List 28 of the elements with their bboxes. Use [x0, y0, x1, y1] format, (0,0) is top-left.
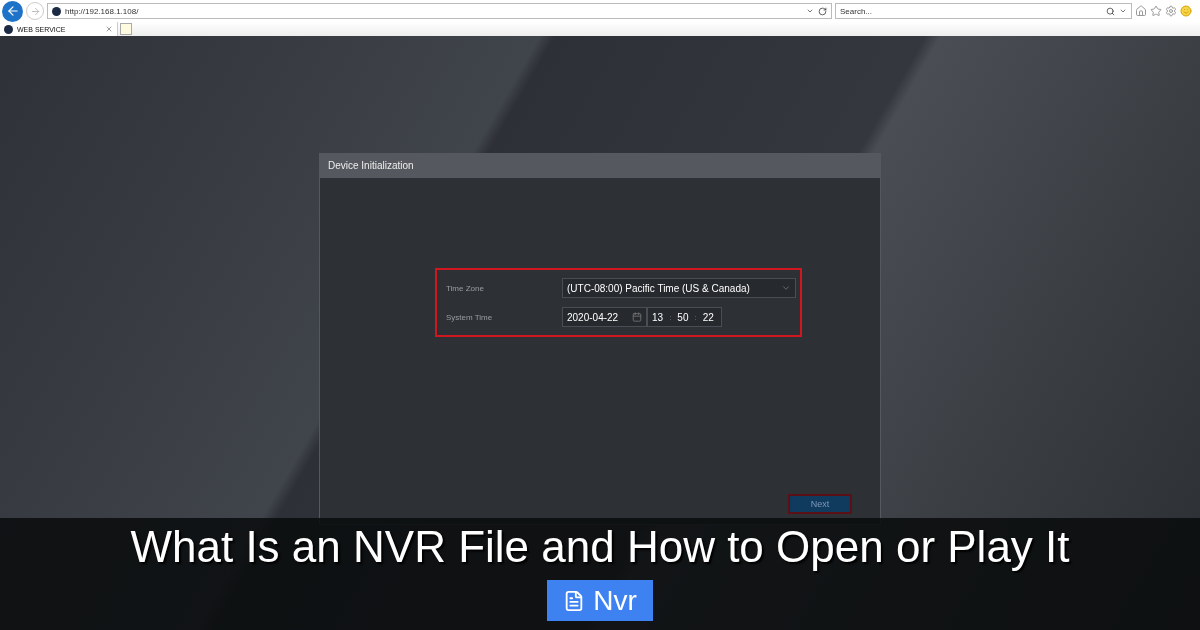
- site-icon: [4, 24, 13, 34]
- home-icon[interactable]: [1135, 5, 1147, 17]
- date-field[interactable]: 2020-04-22: [562, 307, 647, 327]
- next-button[interactable]: Next: [788, 494, 852, 514]
- settings-icon[interactable]: [1165, 5, 1177, 17]
- dropdown-caret-icon[interactable]: [806, 7, 814, 15]
- calendar-icon: [632, 312, 642, 322]
- article-title: What Is an NVR File and How to Open or Play It: [130, 522, 1070, 572]
- search-icon[interactable]: [1106, 6, 1115, 16]
- new-tab-button[interactable]: [120, 23, 132, 35]
- dropdown-caret-icon[interactable]: [1119, 7, 1127, 15]
- dropdown-caret-icon: [781, 283, 791, 293]
- site-icon: [52, 6, 61, 16]
- star-icon[interactable]: [1150, 5, 1162, 17]
- back-button[interactable]: [2, 0, 23, 22]
- category-tag[interactable]: Nvr: [547, 580, 653, 621]
- forward-button[interactable]: [26, 2, 44, 20]
- smiley-icon[interactable]: [1180, 5, 1192, 17]
- forward-arrow-icon: [29, 5, 41, 17]
- close-icon[interactable]: [105, 25, 113, 33]
- dialog-title: Device Initialization: [327, 159, 415, 173]
- refresh-icon[interactable]: [818, 6, 827, 16]
- time-field[interactable]: 13 : 50 : 22: [647, 307, 722, 327]
- field-label: Time Zone: [446, 283, 485, 293]
- search-field[interactable]: Search...: [835, 3, 1132, 19]
- address-bar[interactable]: http://192.168.1.108/: [47, 3, 832, 19]
- time-zone-select[interactable]: (UTC-08:00) Pacific Time (US & Canada): [562, 278, 796, 298]
- field-label: System Time: [446, 312, 494, 322]
